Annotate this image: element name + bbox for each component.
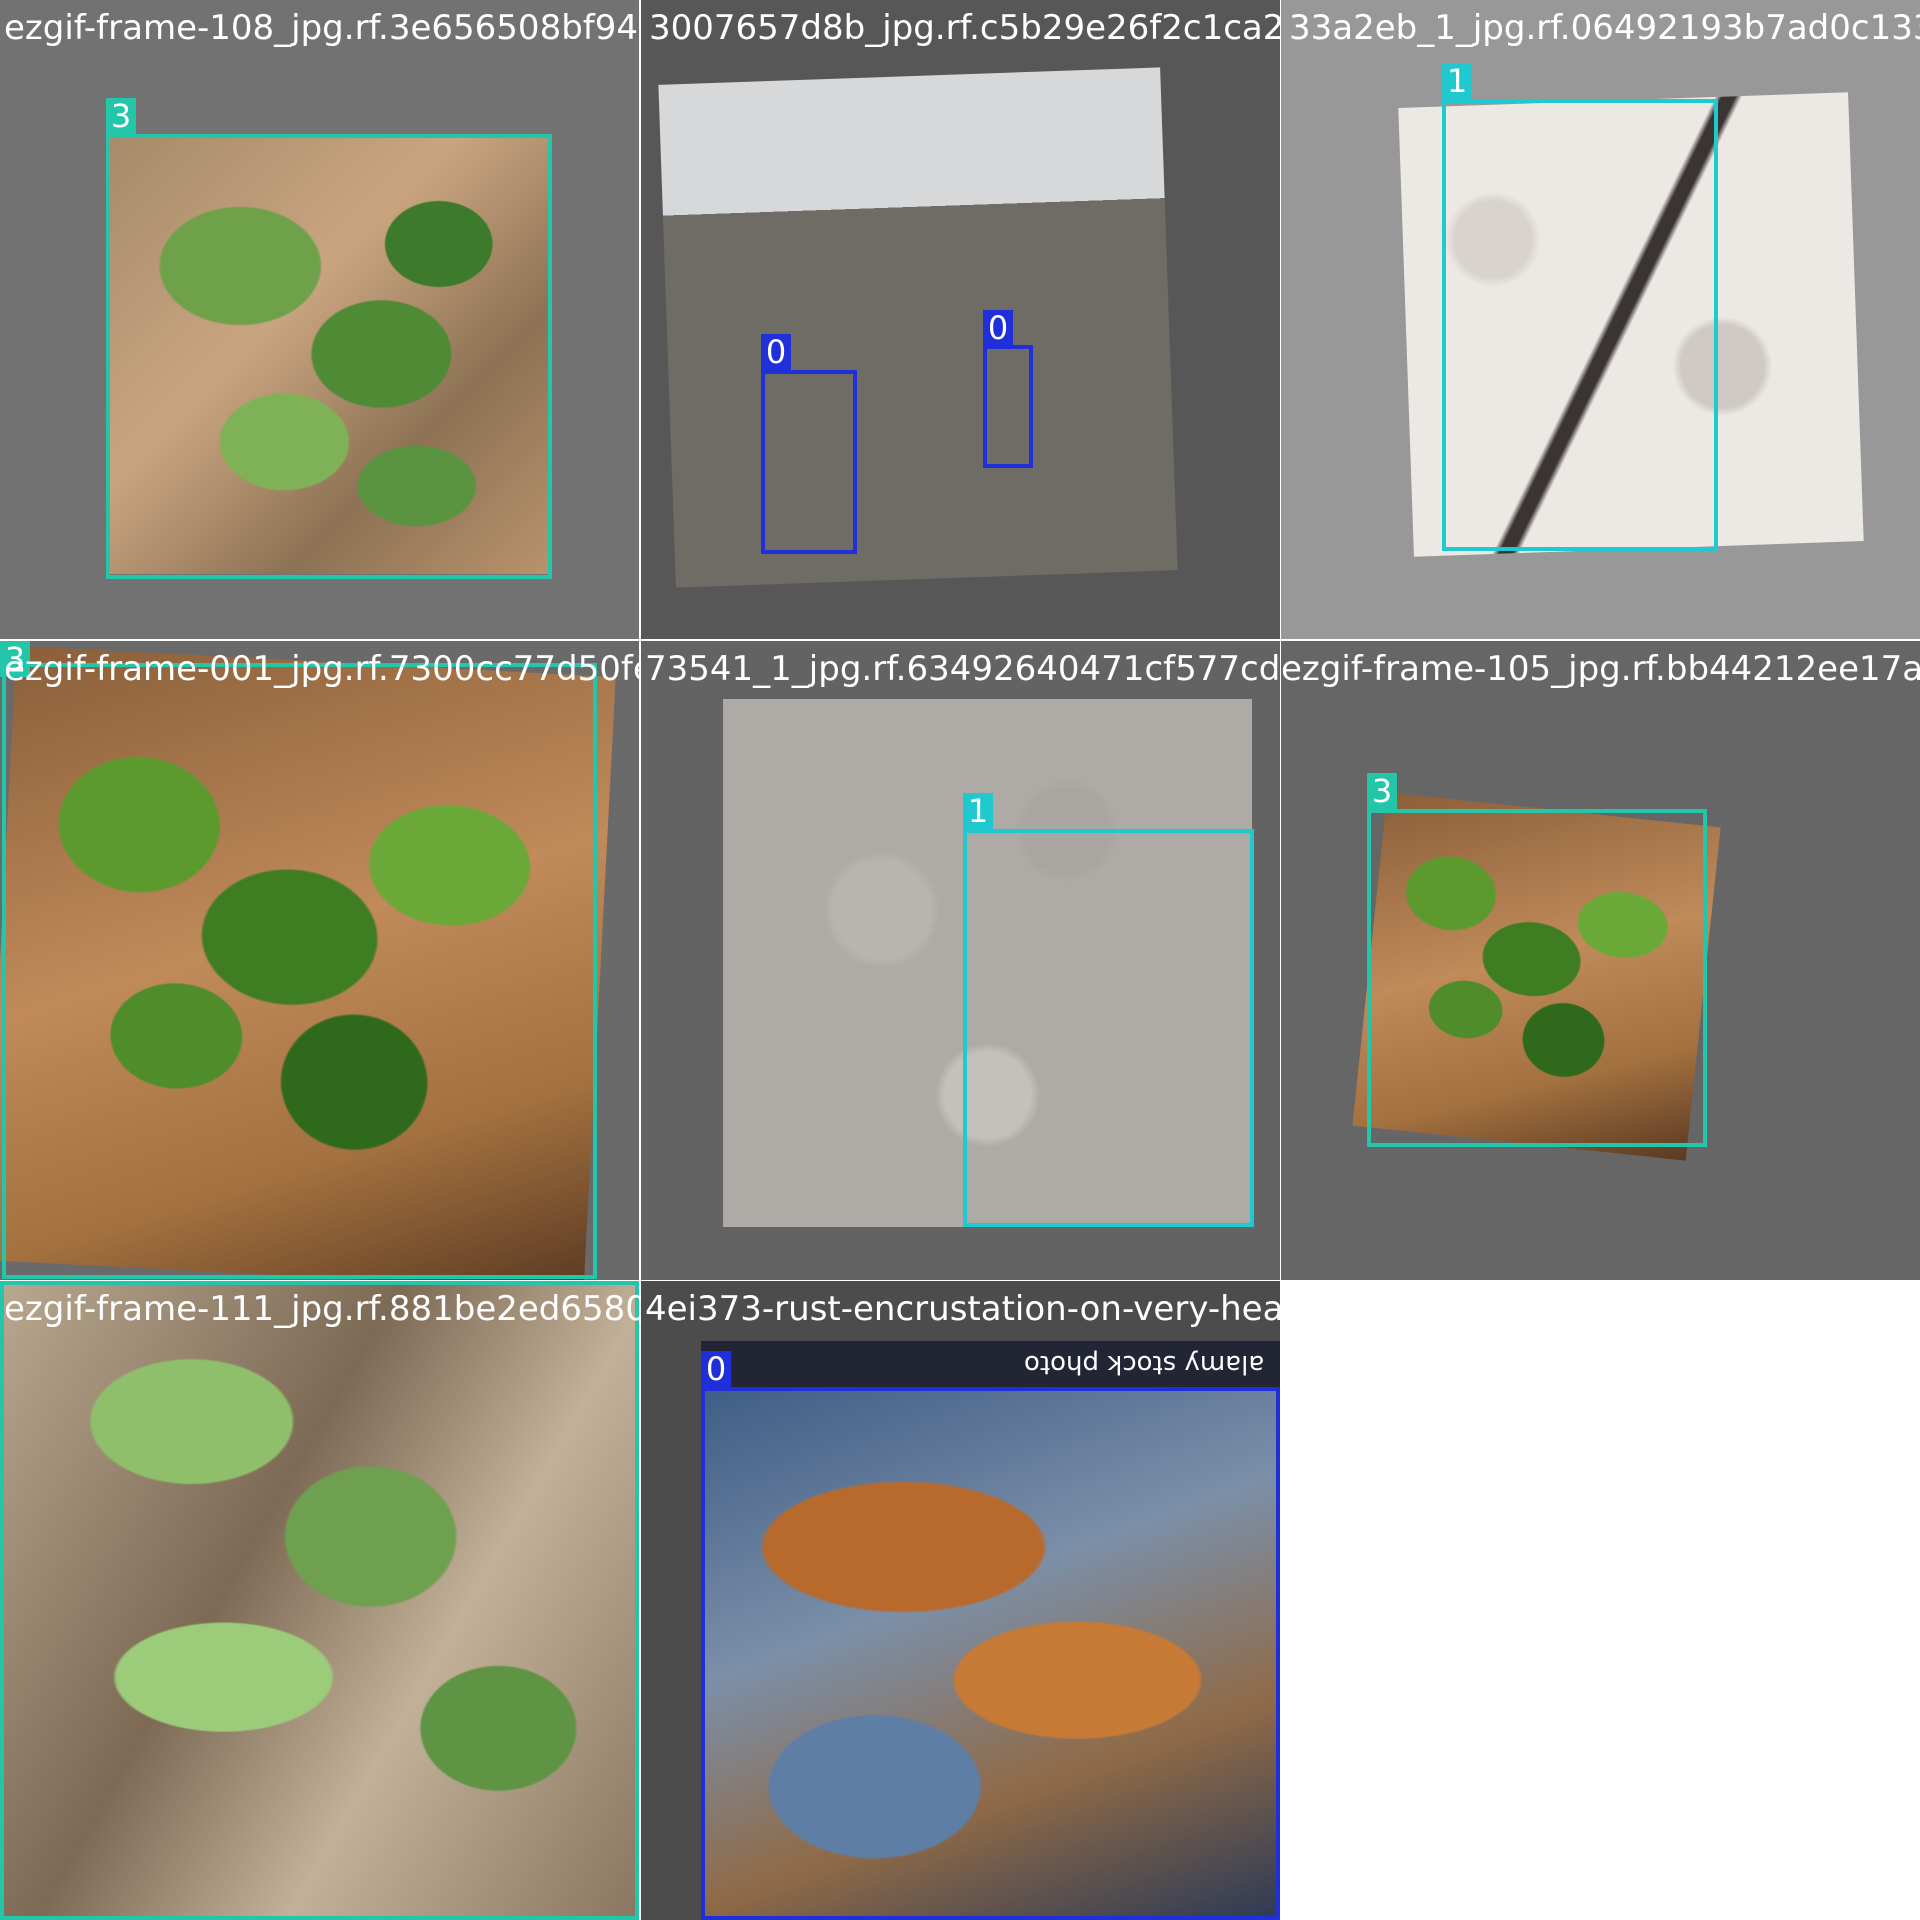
class-label: 1 [963,793,993,829]
bounding-box [761,370,857,554]
bounding-box [983,345,1033,468]
bounding-box [1442,99,1718,551]
class-label: 0 [983,310,1013,346]
tile-filename: ezgif-frame-111_jpg.rf.881be2ed6580 [4,1289,639,1329]
mosaic-tile: 3 ezgif-frame-001_jpg.rf.7300cc77d50fe73… [0,641,639,1280]
class-label: 0 [761,334,791,370]
bounding-box [701,1387,1280,1920]
tile-filename: ezgif-frame-105_jpg.rf.bb44212ee17a [1281,649,1920,689]
mosaic-tile: 3 ezgif-frame-105_jpg.rf.bb44212ee17a [1281,641,1920,1280]
mosaic-tile: 3 ezgif-frame-108_jpg.rf.3e656508bf94500… [0,0,639,639]
tile-filename: 4ei373-rust-encrustation-on-very-heavy-d… [645,1289,1280,1329]
tile-filename: 3007657d8b_jpg.rf.c5b29e26f2c1ca25183542… [649,8,1280,48]
bounding-box [0,1281,639,1920]
bounding-box [106,134,552,579]
mosaic-tile: 0 0 3007657d8b_jpg.rf.c5b29e26f2c1ca2518… [641,0,1280,639]
mosaic-tile: 1 73541_1_jpg.rf.63492640471cf577cdbe5df… [641,641,1280,1280]
watermark-text: alamy stock photo [1023,1349,1264,1379]
tile-filename: ezgif-frame-108_jpg.rf.3e656508bf94500f [4,8,639,48]
tile-filename: 33a2eb_1_jpg.rf.06492193b7ad0c1334 [1289,8,1920,48]
bounding-box [1367,809,1707,1147]
mosaic-tile: 3 ezgif-frame-111_jpg.rf.881be2ed6580 [0,1281,639,1920]
class-label: 3 [106,98,136,134]
tile-filename: ezgif-frame-001_jpg.rf.7300cc77d50fe73a5… [4,649,639,689]
bounding-box [963,829,1254,1227]
class-label: 1 [1442,63,1472,99]
mosaic-tile: 1 33a2eb_1_jpg.rf.06492193b7ad0c1334 [1281,0,1920,639]
tile-image [658,67,1178,588]
bounding-box [2,663,597,1279]
tile-filename: 73541_1_jpg.rf.63492640471cf577cdbe5df1a [645,649,1280,689]
watermark-bar: alamy stock photo [701,1341,1280,1387]
mosaic-grid: 3 ezgif-frame-108_jpg.rf.3e656508bf94500… [0,0,1920,1920]
class-label: 3 [1367,773,1397,809]
class-label: 0 [701,1351,731,1387]
mosaic-tile: alamy stock photo 0 4ei373-rust-encrusta… [641,1281,1280,1920]
